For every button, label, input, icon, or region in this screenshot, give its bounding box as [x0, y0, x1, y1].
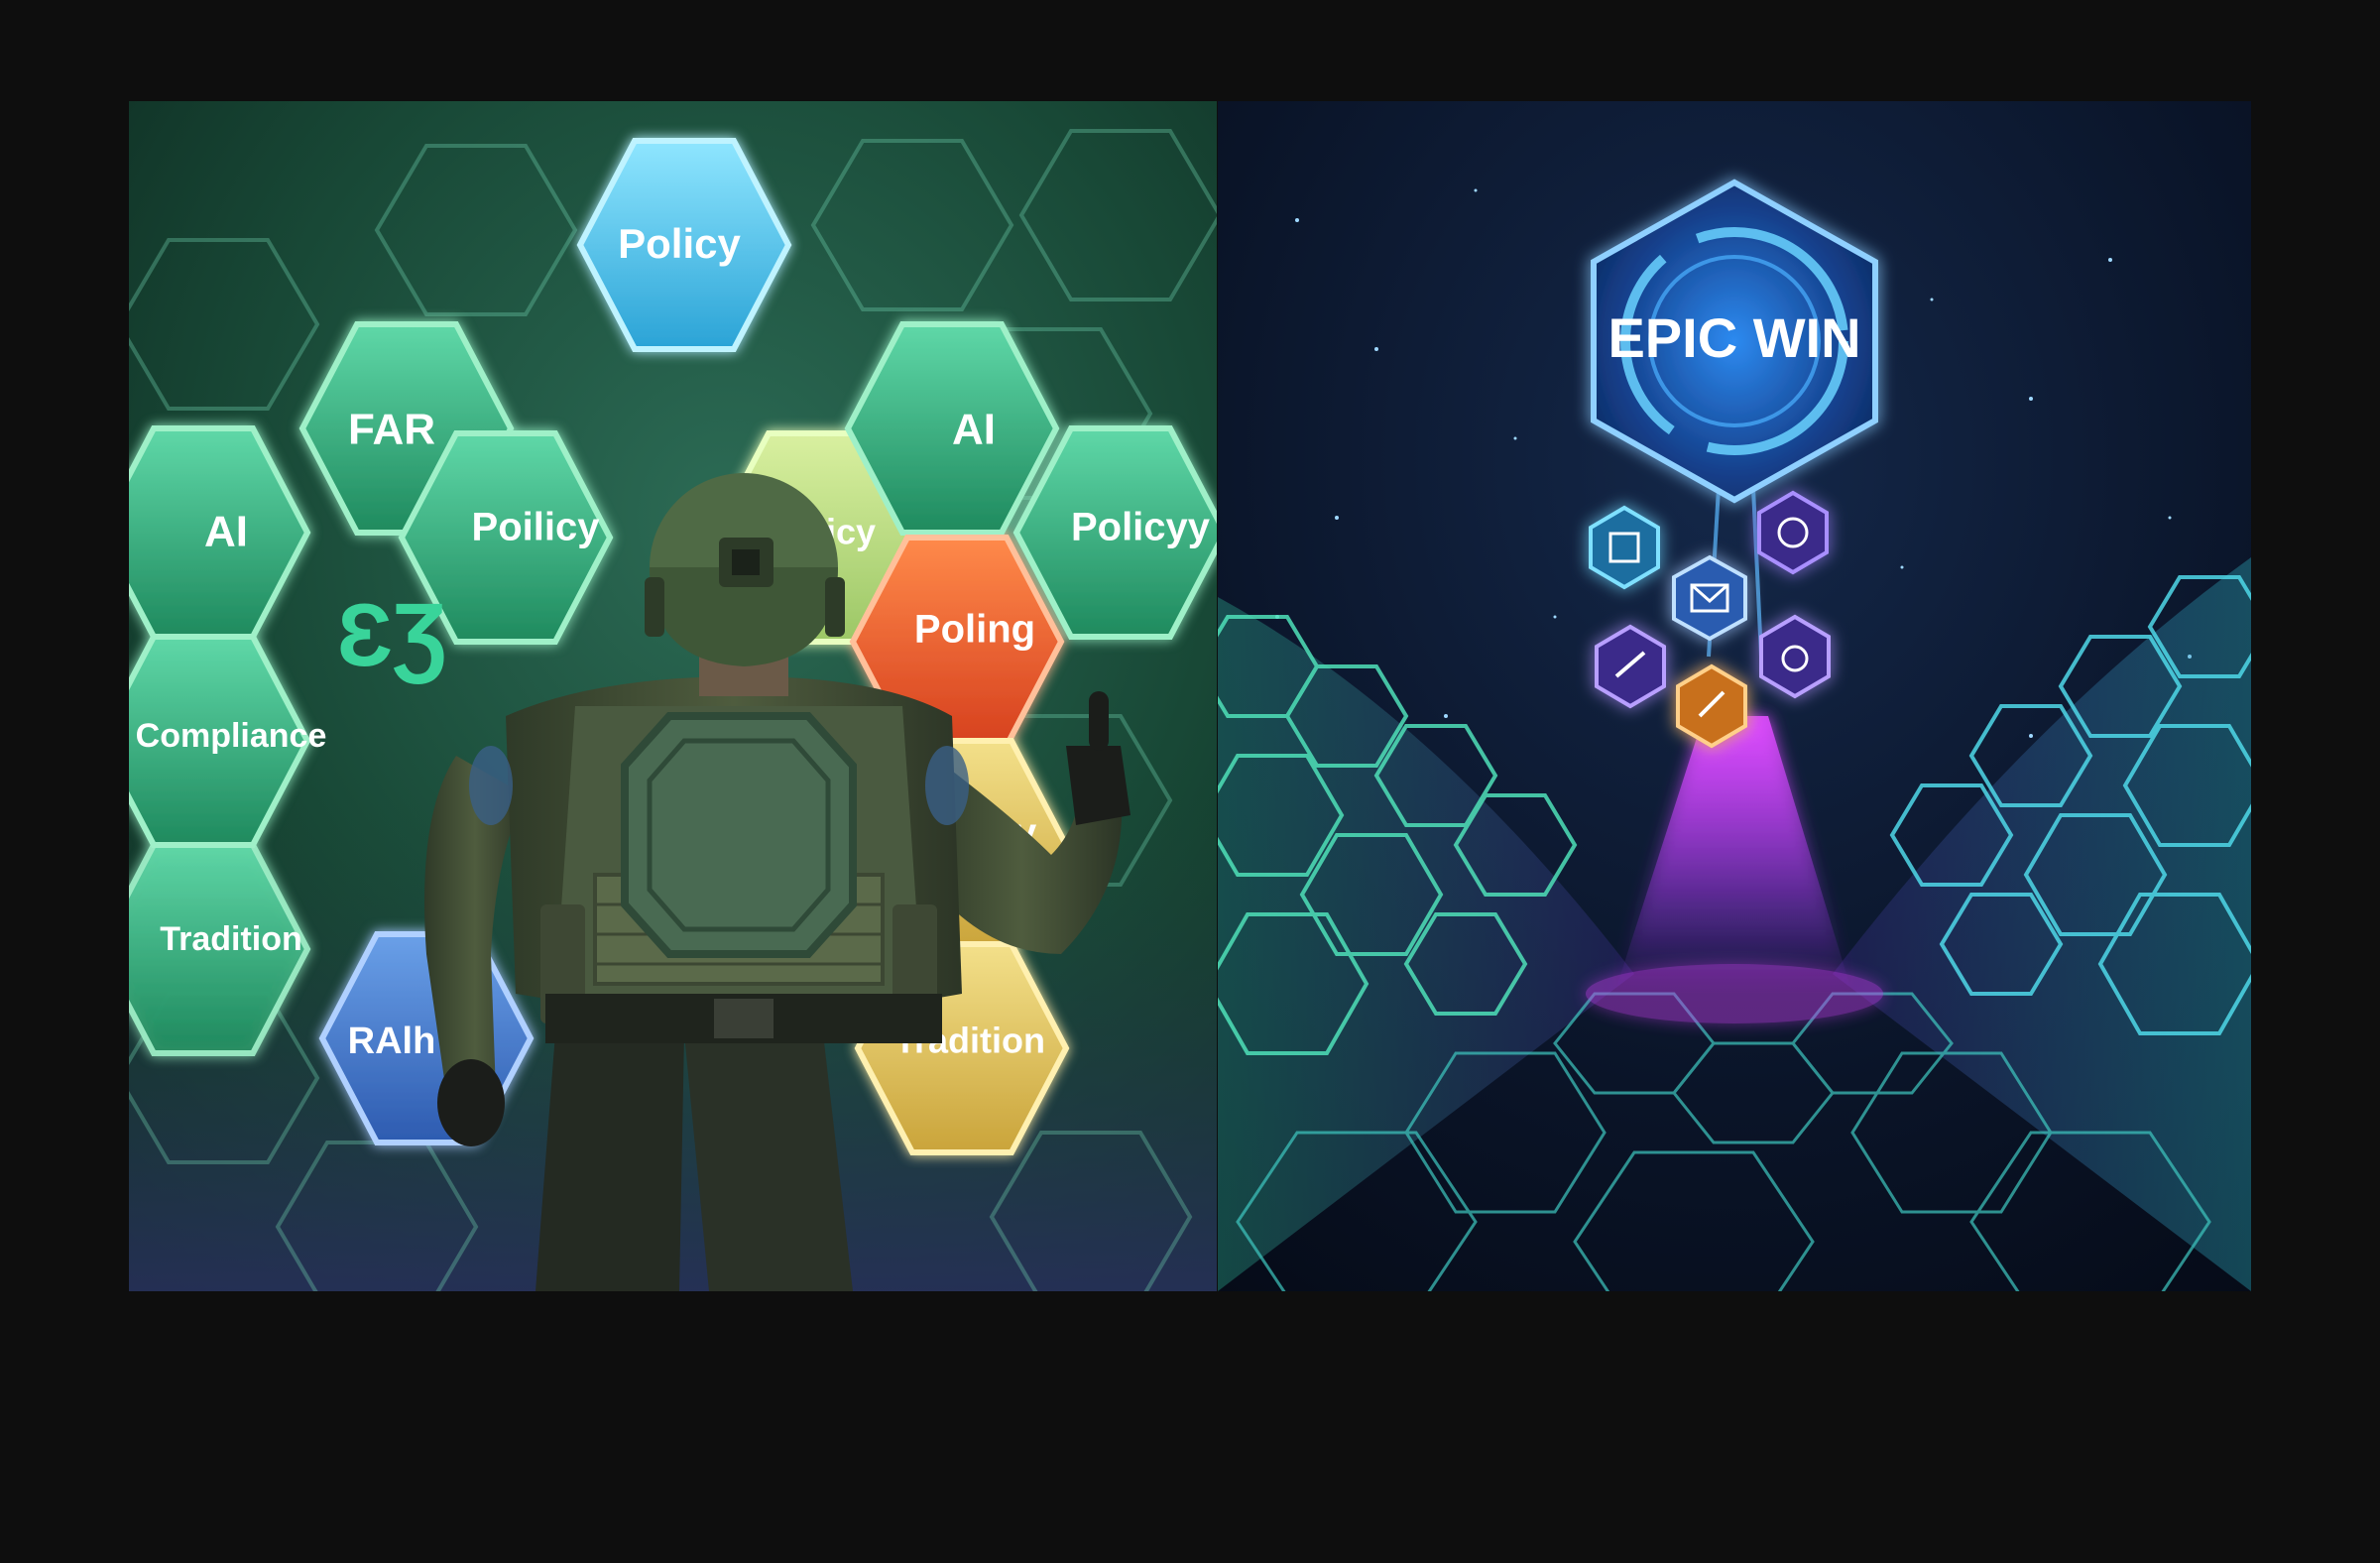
envelope-icon	[1672, 554, 1747, 642]
soldier-hex-panel: Policy FAR AI Poilicy olicy AI Policyy Ɛ…	[129, 101, 1217, 1291]
label-ralh: RAlh	[348, 1021, 436, 1062]
label-ai-left: AI	[204, 508, 248, 556]
label-glyph: ƐƷ	[336, 586, 446, 685]
blob-icon	[1759, 614, 1831, 699]
tools-icon	[1595, 624, 1666, 709]
gear-icon	[1757, 490, 1829, 575]
label-far: FAR	[348, 406, 435, 454]
epic-win-text: EPIC WIN	[1607, 306, 1860, 369]
epic-win-panel: EPIC WIN	[1218, 101, 2251, 1291]
image-stage: Policy FAR AI Poilicy olicy AI Policyy Ɛ…	[0, 0, 2380, 1563]
cube-icon	[1589, 505, 1660, 590]
label-policy-right: Policyy	[1071, 506, 1211, 549]
label-policy-mid: Poilicy	[472, 506, 601, 549]
glove-right	[1066, 746, 1130, 825]
back-plate	[621, 712, 857, 958]
label-tradition-left: Tradition	[160, 920, 302, 958]
label-poling: Poling	[914, 608, 1035, 652]
label-ai-right: AI	[952, 406, 996, 454]
glove-left	[437, 1059, 505, 1146]
slash-icon	[1676, 663, 1747, 749]
label-policy-top: Policy	[618, 220, 741, 267]
label-compliance: Compliance	[136, 717, 327, 755]
